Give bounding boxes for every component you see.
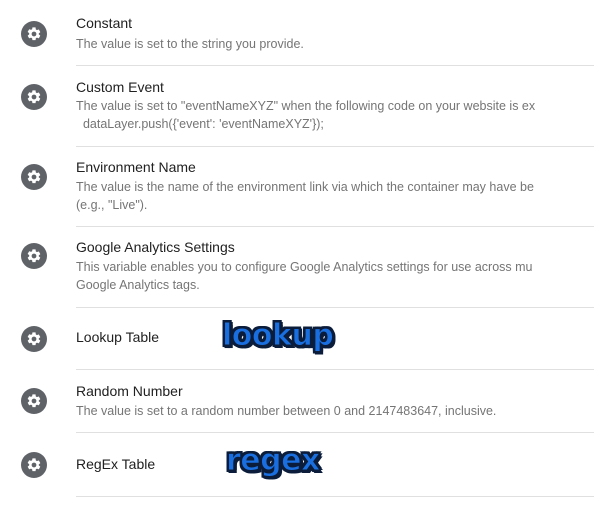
regex-annotation: regex — [226, 443, 321, 479]
gear-icon — [21, 452, 47, 478]
gear-icon — [21, 388, 47, 414]
variable-type-description-line-2: dataLayer.push({'event': 'eventNameXYZ'}… — [76, 117, 324, 131]
variable-type-title: Lookup Table — [76, 329, 160, 345]
variable-type-description: The value is set to the string you provi… — [76, 37, 304, 51]
variable-type-description: The value is the name of the environment… — [76, 180, 534, 194]
gear-icon — [21, 21, 47, 47]
variable-type-title: Custom Event — [76, 79, 164, 95]
gear-icon — [21, 326, 47, 352]
variable-type-google-analytics-settings[interactable]: Google Analytics Settings This variable … — [0, 227, 594, 308]
variable-type-description-line-2: (e.g., "Live"). — [76, 198, 148, 212]
variable-type-environment-name[interactable]: Environment Name The value is the name o… — [0, 147, 594, 227]
gear-icon — [21, 164, 47, 190]
variable-type-custom-event[interactable]: Custom Event The value is set to "eventN… — [0, 66, 594, 147]
variable-type-constant[interactable]: Constant The value is set to the string … — [0, 0, 594, 66]
variable-type-list: Constant The value is set to the string … — [0, 0, 594, 510]
variable-type-description: The value is set to "eventNameXYZ" when … — [76, 99, 536, 113]
variable-type-description: This variable enables you to configure G… — [76, 260, 533, 274]
lookup-annotation: lookup — [221, 318, 334, 354]
variable-type-title: Google Analytics Settings — [76, 239, 235, 255]
divider — [76, 496, 594, 497]
gear-icon — [21, 84, 47, 110]
gear-icon — [21, 243, 47, 269]
variable-type-description: The value is set to a random number betw… — [76, 404, 497, 418]
variable-type-title: RegEx Table — [76, 456, 156, 472]
variable-type-title: Constant — [76, 15, 133, 31]
variable-type-title: Environment Name — [76, 159, 196, 175]
variable-type-description-line-2: Google Analytics tags. — [76, 278, 200, 292]
variable-type-title: Random Number — [76, 383, 183, 399]
variable-type-random-number[interactable]: Random Number The value is set to a rand… — [0, 370, 594, 433]
